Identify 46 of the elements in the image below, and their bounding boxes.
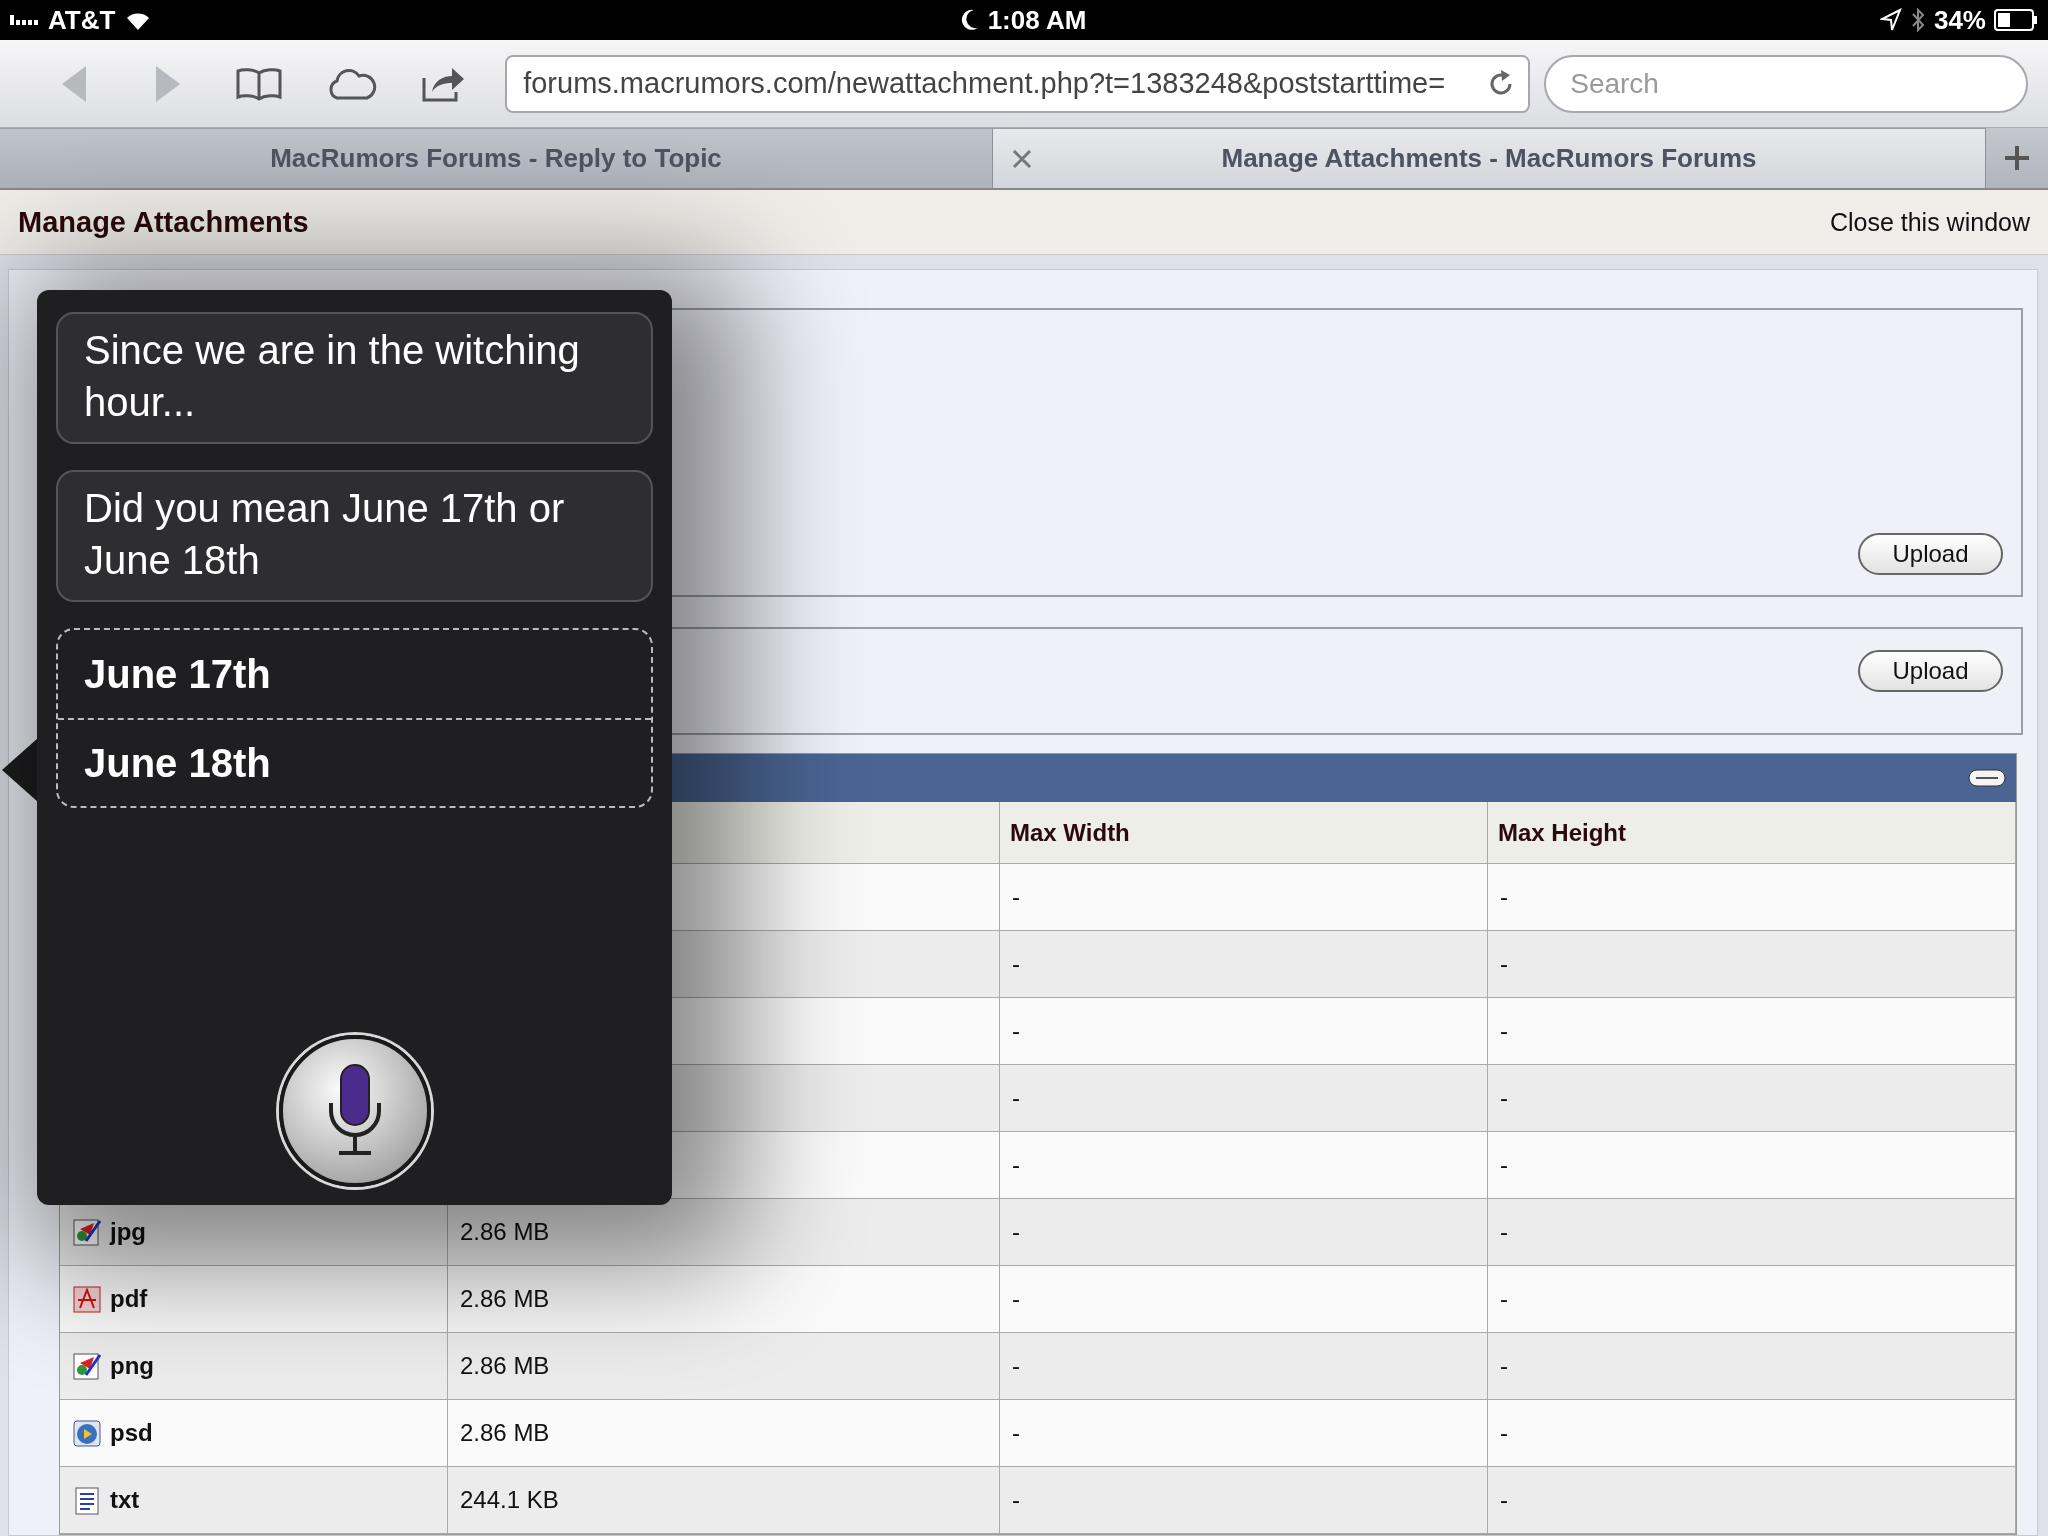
table-cell: - — [1000, 998, 1488, 1065]
table-cell: 2.86 MB — [448, 1333, 1000, 1400]
table-cell: txt — [60, 1467, 448, 1534]
table-cell: - — [1000, 1132, 1488, 1199]
table-cell: - — [1000, 931, 1488, 998]
close-window-link[interactable]: Close this window — [1829, 207, 2030, 237]
table-cell: - — [1000, 864, 1488, 931]
table-cell: - — [1488, 1266, 2016, 1333]
option-item[interactable]: June 18th — [58, 718, 651, 806]
table-cell: - — [1488, 1400, 2016, 1467]
table-cell: - — [1488, 998, 2016, 1065]
search-field[interactable]: Search — [1544, 54, 2028, 113]
message-bubble: Did you mean June 17th or June 18th — [56, 470, 653, 602]
table-cell: - — [1488, 1199, 2016, 1266]
battery-percentage: 34% — [1933, 4, 1986, 36]
table-cell: - — [1000, 1400, 1488, 1467]
table-cell: 2.86 MB — [448, 1266, 1000, 1333]
table-cell: psd — [60, 1400, 448, 1467]
table-cell: - — [1000, 1199, 1488, 1266]
browser-tab[interactable]: Manage Attachments - MacRumors Forums — [993, 128, 1986, 188]
table-cell: - — [1000, 1266, 1488, 1333]
table-cell: 244.1 KB — [448, 1467, 1000, 1534]
table-cell: - — [1000, 1467, 1488, 1534]
table-cell: 2.86 MB — [448, 1400, 1000, 1467]
table-cell: - — [1488, 864, 2016, 931]
message-bubble: Since we are in the witching hour... — [56, 312, 653, 444]
browser-tab[interactable]: MacRumors Forums - Reply to Topic — [0, 128, 993, 188]
carrier-name: AT&T — [48, 4, 116, 36]
column-header: Max Width — [1000, 802, 1488, 864]
page-title: Manage Attachments — [18, 205, 309, 239]
upload-button[interactable]: Upload — [1858, 650, 2003, 693]
table-cell: - — [1488, 931, 2016, 998]
clock-time: 1:08 AM — [987, 4, 1087, 36]
table-cell: 2.86 MB — [448, 1199, 1000, 1266]
table-cell: - — [1488, 1065, 2016, 1132]
option-item[interactable]: June 17th — [58, 630, 651, 718]
upload-button[interactable]: Upload — [1858, 533, 2003, 576]
table-cell: - — [1488, 1467, 2016, 1534]
table-cell: png — [60, 1333, 448, 1400]
column-header: Max Height — [1488, 802, 2016, 864]
table-cell: - — [1000, 1333, 1488, 1400]
table-cell: - — [1488, 1333, 2016, 1400]
table-cell: - — [1488, 1132, 2016, 1199]
table-cell: pdf — [60, 1266, 448, 1333]
address-field[interactable]: forums.macrumors.com/newattachment.php?t=1383248&poststarttime= — [505, 54, 1531, 113]
table-cell: - — [1000, 1065, 1488, 1132]
